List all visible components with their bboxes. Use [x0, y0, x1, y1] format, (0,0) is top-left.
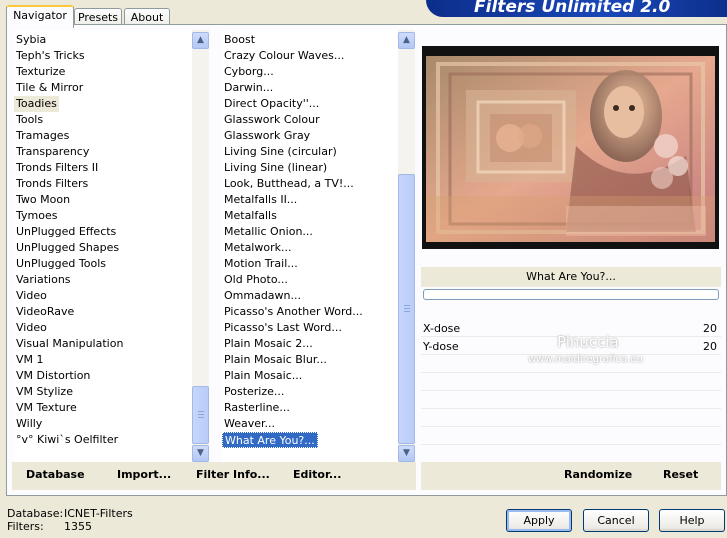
scroll-down-icon[interactable]: ▼	[192, 445, 209, 462]
filter-list-item[interactable]: Posterize...	[222, 384, 286, 400]
filter-list-item[interactable]: Glasswork Gray	[222, 128, 312, 144]
filter-list-item[interactable]: Glasswork Colour	[222, 112, 322, 128]
status-database-label: Database:	[7, 507, 64, 520]
tab-navigator[interactable]: Navigator	[6, 5, 74, 28]
category-list-item[interactable]: VM Distortion	[14, 368, 92, 384]
category-list-item[interactable]: UnPlugged Shapes	[14, 240, 121, 256]
filter-list-item[interactable]: Rasterline...	[222, 400, 292, 416]
filter-list-item[interactable]: Darwin...	[222, 80, 275, 96]
category-list-item[interactable]: Video	[14, 288, 49, 304]
editor-button[interactable]: Editor...	[293, 468, 341, 481]
category-list-item[interactable]: VM Stylize	[14, 384, 75, 400]
filter-list-item[interactable]: Direct Opacity''...	[222, 96, 321, 112]
category-list-item[interactable]: Two Moon	[14, 192, 72, 208]
randomize-button[interactable]: Randomize	[564, 468, 632, 481]
filter-list-item[interactable]: Picasso's Last Word...	[222, 320, 344, 336]
filter-list-item[interactable]: Motion Trail...	[222, 256, 300, 272]
filter-info-button[interactable]: Filter Info...	[196, 468, 270, 481]
status-database: Database: ICNET-Filters	[7, 507, 133, 520]
category-list-item[interactable]: Tronds Filters	[14, 176, 90, 192]
progress-bar	[423, 289, 719, 300]
filter-scrollbar[interactable]: ▲ ▼	[398, 30, 415, 462]
status-filters-value: 1355	[64, 520, 92, 533]
apply-button[interactable]: Apply	[506, 509, 572, 532]
category-list-item[interactable]: Toadies	[14, 96, 59, 112]
category-list-item[interactable]: VM 1	[14, 352, 46, 368]
preview-image	[422, 46, 719, 249]
import-button[interactable]: Import...	[117, 468, 171, 481]
filter-list-item[interactable]: Crazy Colour Waves...	[222, 48, 346, 64]
param-row-empty	[421, 374, 721, 391]
filter-list-item[interactable]: Boost	[222, 32, 257, 48]
category-list-item[interactable]: Teph's Tricks	[14, 48, 87, 64]
category-list-item[interactable]: Tramages	[14, 128, 71, 144]
filter-list-item[interactable]: Plain Mosaic 2...	[222, 336, 315, 352]
app-title-banner: Filters Unlimited 2.0	[426, 0, 727, 17]
scrollbar-thumb[interactable]	[398, 174, 415, 444]
param-row-empty	[421, 446, 721, 463]
reset-button[interactable]: Reset	[663, 468, 698, 481]
right-button-bar: Randomize Reset	[421, 462, 721, 490]
category-list-item[interactable]: Transparency	[14, 144, 91, 160]
category-list-item[interactable]: Visual Manipulation	[14, 336, 125, 352]
category-list-item[interactable]: °v° Kiwi`s Oelfilter	[14, 432, 120, 448]
scrollbar-thumb[interactable]	[192, 386, 209, 444]
param-row-empty	[421, 392, 721, 409]
category-list-item[interactable]: VideoRave	[14, 304, 76, 320]
filter-list-item[interactable]: What Are You?...	[222, 432, 318, 448]
preview-artwork	[426, 56, 715, 242]
category-list-item[interactable]: Video	[14, 320, 49, 336]
category-list-item[interactable]: Variations	[14, 272, 73, 288]
left-button-bar: Database Import... Filter Info... Editor…	[12, 462, 416, 490]
param-label: X-dose	[423, 322, 461, 335]
filter-list-item[interactable]: Picasso's Another Word...	[222, 304, 365, 320]
category-list-item[interactable]: UnPlugged Tools	[14, 256, 108, 272]
category-list-item[interactable]: Willy	[14, 416, 44, 432]
param-label: Y-dose	[423, 340, 459, 353]
category-scrollbar[interactable]: ▲ ▼	[192, 30, 209, 462]
filter-list-item[interactable]: Old Photo...	[222, 272, 290, 288]
scroll-up-icon[interactable]: ▲	[192, 32, 209, 49]
watermark-name: Pinuccia	[557, 333, 619, 351]
filter-list-item[interactable]: Ommadawn...	[222, 288, 303, 304]
category-list-item[interactable]: Tymoes	[14, 208, 59, 224]
param-row-empty	[421, 410, 721, 427]
filter-list-item[interactable]: Plain Mosaic...	[222, 368, 304, 384]
filter-list-item[interactable]: Metallic Onion...	[222, 224, 315, 240]
filter-name-display: What Are You?...	[421, 267, 721, 287]
filter-list-item[interactable]: Plain Mosaic Blur...	[222, 352, 329, 368]
param-value[interactable]: 20	[703, 338, 717, 355]
category-list-item[interactable]: VM Texture	[14, 400, 79, 416]
status-filters: Filters: 1355	[7, 520, 92, 533]
category-list[interactable]: Sybia Teph's Tricks Texturize Tile & Mirror…	[14, 30, 192, 462]
filter-list-item[interactable]: Metalfalls II...	[222, 192, 299, 208]
param-row-empty	[421, 428, 721, 445]
status-database-value: ICNET-Filters	[64, 507, 133, 520]
filter-list-item[interactable]: Metalfalls	[222, 208, 279, 224]
category-list-item[interactable]: Tronds Filters II	[14, 160, 100, 176]
cancel-button[interactable]: Cancel	[583, 509, 649, 532]
category-list-item[interactable]: Texturize	[14, 64, 67, 80]
filter-list-item[interactable]: Weaver...	[222, 416, 277, 432]
category-list-item[interactable]: Tile & Mirror	[14, 80, 85, 96]
status-filters-label: Filters:	[7, 520, 44, 533]
filter-list-item[interactable]: Look, Butthead, a TV!...	[222, 176, 356, 192]
help-button[interactable]: Help	[659, 509, 725, 532]
scroll-up-icon[interactable]: ▲	[398, 32, 415, 49]
scroll-down-icon[interactable]: ▼	[398, 445, 415, 462]
filter-list-item[interactable]: Metalwork...	[222, 240, 293, 256]
category-list-item[interactable]: Sybia	[14, 32, 48, 48]
filter-list-item[interactable]: Living Sine (linear)	[222, 160, 329, 176]
filter-list-item[interactable]: Living Sine (circular)	[222, 144, 339, 160]
filter-list[interactable]: Boost Crazy Colour Waves... Cyborg... Darwi…	[222, 30, 398, 462]
database-button[interactable]: Database	[26, 468, 85, 481]
filter-list-item[interactable]: Cyborg...	[222, 64, 276, 80]
watermark-url: www.maidiregrafica.eu	[528, 354, 643, 365]
category-list-item[interactable]: Tools	[14, 112, 45, 128]
param-value[interactable]: 20	[703, 320, 717, 337]
category-list-item[interactable]: UnPlugged Effects	[14, 224, 118, 240]
